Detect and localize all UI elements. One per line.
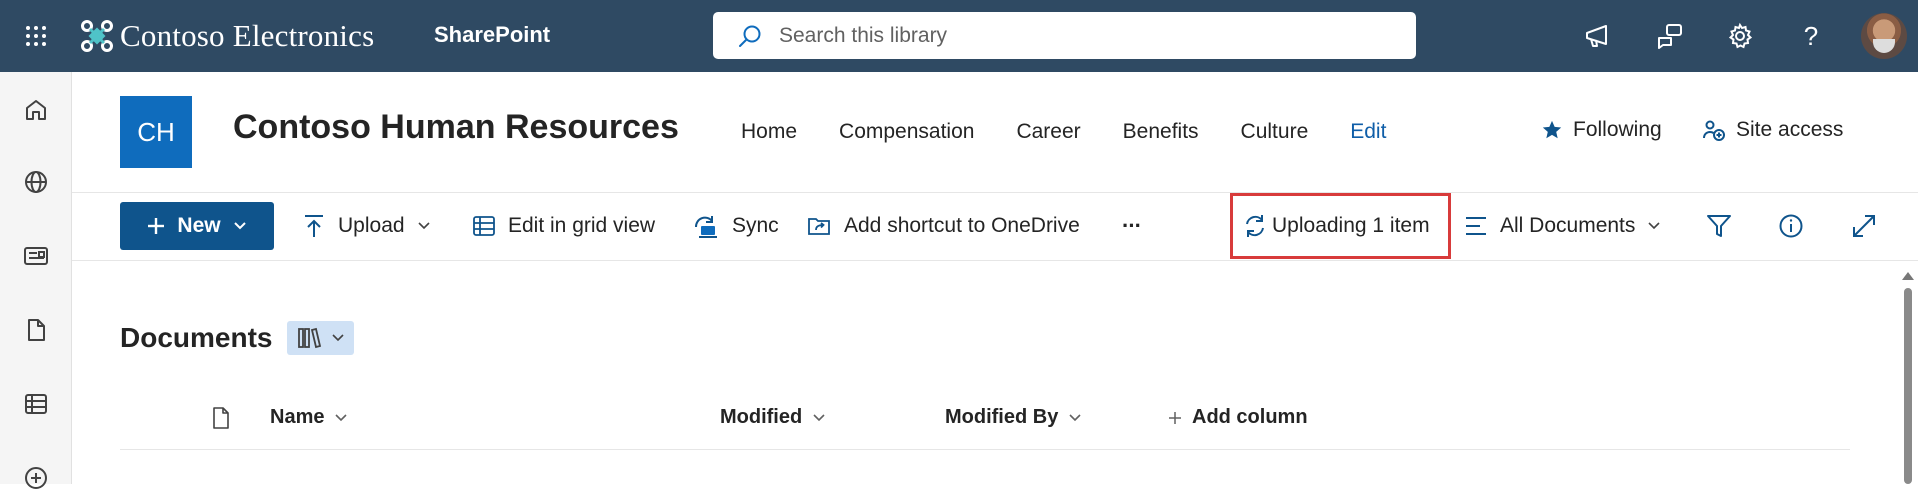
chevron-down-icon <box>331 334 344 342</box>
help-label: ? <box>1803 20 1819 51</box>
more-icon: ··· <box>1122 213 1142 238</box>
sync-button[interactable]: Sync <box>692 206 779 246</box>
add-shortcut-button[interactable]: Add shortcut to OneDrive <box>806 206 1080 246</box>
chevron-down-icon <box>417 222 430 230</box>
nav-career[interactable]: Career <box>1016 120 1080 144</box>
column-name-label: Name <box>270 406 325 428</box>
view-label: All Documents <box>1500 214 1636 237</box>
page-title[interactable]: Contoso Human Resources <box>233 108 679 147</box>
globe-icon[interactable] <box>18 164 54 200</box>
info-icon <box>1779 214 1803 238</box>
new-button[interactable]: New <box>120 202 274 250</box>
filter-button[interactable] <box>1706 206 1732 246</box>
nav-benefits[interactable]: Benefits <box>1123 120 1199 144</box>
chevron-down-icon <box>813 413 825 421</box>
suite-bar: Contoso Electronics SharePoint Search th… <box>0 0 1918 72</box>
brand-name: Contoso Electronics <box>120 18 375 53</box>
uploading-highlight <box>1230 193 1451 259</box>
scrollbar-thumb[interactable] <box>1904 288 1912 484</box>
divider <box>72 260 1918 261</box>
add-column-button[interactable]: Add column <box>1168 406 1308 429</box>
nav-home[interactable]: Home <box>741 120 797 144</box>
scrollbar[interactable] <box>1898 262 1918 484</box>
left-rail <box>0 72 72 489</box>
news-icon[interactable] <box>18 238 54 274</box>
column-modified-by-label: Modified By <box>945 406 1059 428</box>
divider <box>120 449 1850 450</box>
view-selector[interactable]: All Documents <box>1464 206 1661 246</box>
site-access-button[interactable]: Site access <box>1702 118 1843 142</box>
grid-icon <box>473 216 495 236</box>
edit-grid-view-button[interactable]: Edit in grid view <box>472 206 655 246</box>
column-modified-label: Modified <box>720 406 803 428</box>
chevron-down-icon <box>1069 413 1081 421</box>
expand-icon <box>1853 215 1875 237</box>
site-access-label: Site access <box>1736 118 1844 141</box>
upload-button[interactable]: Upload <box>302 206 431 246</box>
new-label: New <box>177 214 221 237</box>
grid-label: Edit in grid view <box>508 214 656 237</box>
column-header-modified[interactable]: Modified <box>720 406 826 429</box>
sync-label: Sync <box>732 214 779 237</box>
upload-label: Upload <box>338 214 405 237</box>
add-icon[interactable] <box>18 460 54 496</box>
edit-link[interactable]: Edit <box>1350 120 1386 144</box>
people-add-icon <box>1703 120 1725 141</box>
plus-icon <box>148 218 165 234</box>
library-title: Documents <box>120 322 273 353</box>
following-button[interactable]: Following <box>1541 118 1662 142</box>
contoso-logo-icon <box>81 20 113 52</box>
list-icon[interactable] <box>18 386 54 422</box>
search-box[interactable]: Search this library <box>713 12 1416 59</box>
add-column-label: Add column <box>1192 406 1308 428</box>
column-header-modified-by[interactable]: Modified By <box>945 406 1082 429</box>
file-icon[interactable] <box>18 312 54 348</box>
following-label: Following <box>1573 118 1662 141</box>
shortcut-label: Add shortcut to OneDrive <box>844 214 1080 237</box>
divider <box>72 192 1918 193</box>
scroll-up-icon[interactable] <box>1902 272 1914 280</box>
info-button[interactable] <box>1778 206 1804 246</box>
file-type-column[interactable] <box>210 406 232 430</box>
filter-icon <box>1707 215 1731 237</box>
gear-icon[interactable] <box>1722 18 1758 54</box>
brand-link[interactable]: Contoso Electronics <box>80 14 374 58</box>
chevron-down-icon <box>233 222 246 230</box>
chevron-down-icon <box>1648 222 1660 230</box>
library-icon <box>297 327 321 349</box>
site-navigation: Home Compensation Career Benefits Cultur… <box>741 120 1386 144</box>
search-icon <box>739 25 761 47</box>
library-view-switcher[interactable] <box>287 321 354 355</box>
nav-compensation[interactable]: Compensation <box>839 120 974 144</box>
nav-culture[interactable]: Culture <box>1241 120 1309 144</box>
search-input[interactable]: Search this library <box>779 24 947 48</box>
home-icon[interactable] <box>18 92 54 128</box>
feedback-icon[interactable] <box>1652 18 1688 54</box>
more-button[interactable]: ··· <box>1122 206 1142 246</box>
waffle-icon[interactable] <box>18 18 54 54</box>
plus-icon <box>1169 411 1181 424</box>
chevron-down-icon <box>335 413 348 421</box>
sync-icon <box>694 216 717 238</box>
help-icon[interactable]: ? <box>1793 18 1829 54</box>
upload-icon <box>305 215 323 237</box>
column-header-name[interactable]: Name <box>270 406 348 429</box>
avatar[interactable] <box>1861 13 1907 59</box>
shortcut-icon <box>808 218 830 235</box>
megaphone-icon[interactable] <box>1580 18 1616 54</box>
star-icon <box>1542 120 1562 139</box>
expand-button[interactable] <box>1851 206 1877 246</box>
file-type-icon <box>213 407 229 429</box>
view-lines-icon <box>1466 217 1486 235</box>
app-name[interactable]: SharePoint <box>434 22 550 48</box>
site-logo[interactable]: CH <box>120 96 192 168</box>
